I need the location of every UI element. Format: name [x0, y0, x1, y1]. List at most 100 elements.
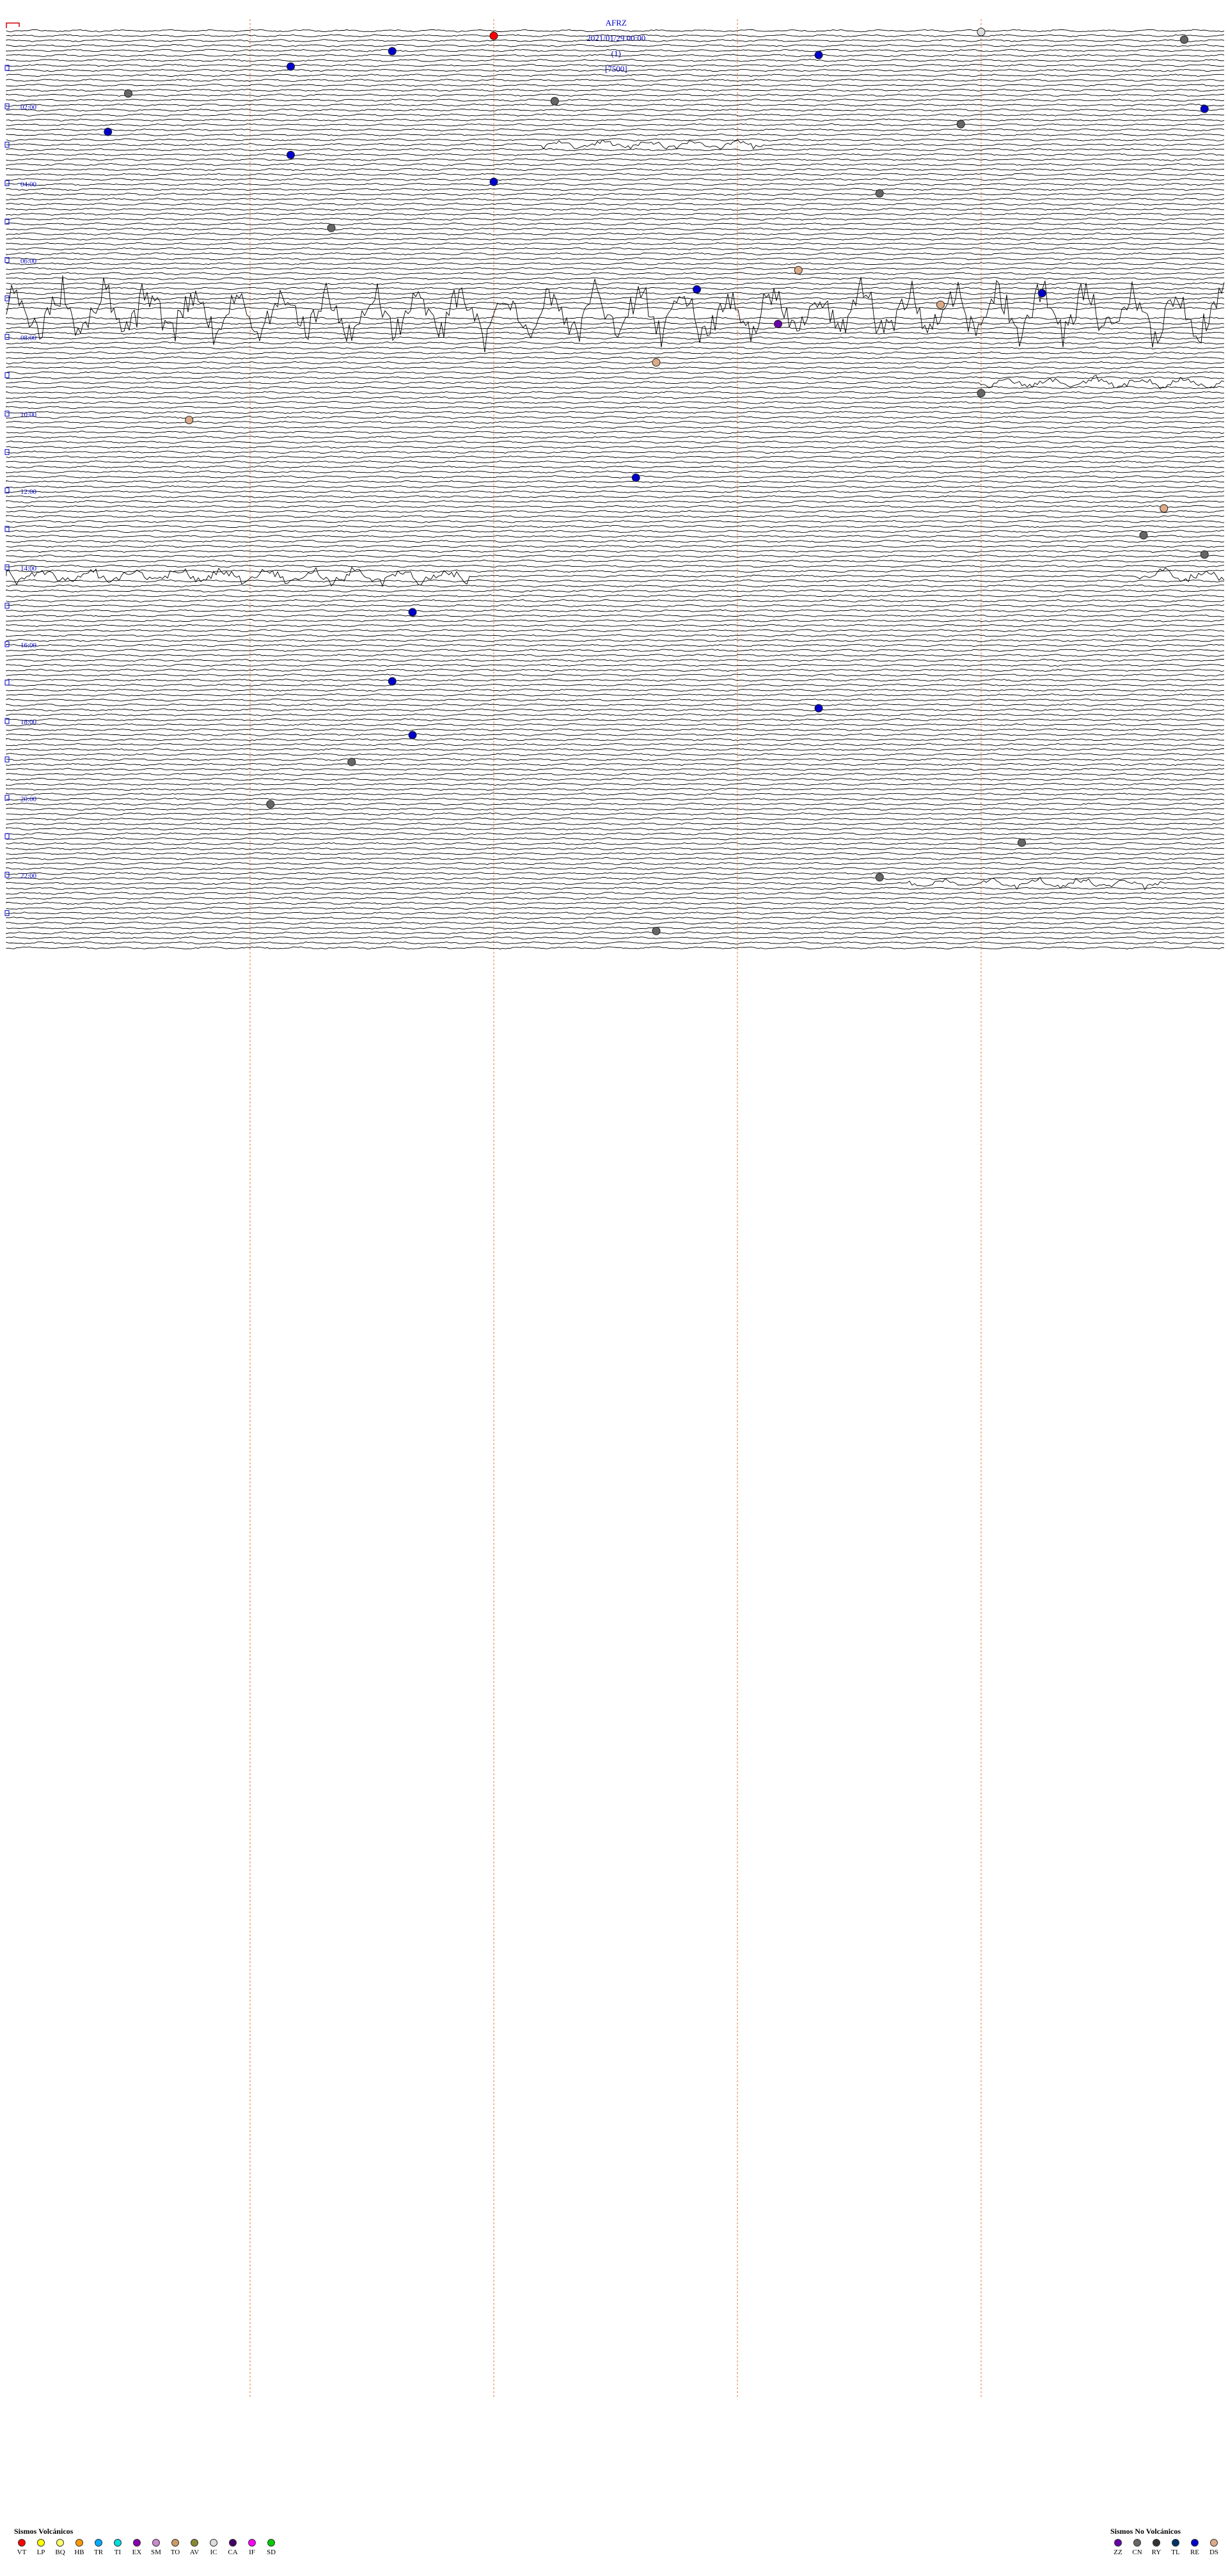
seismic-trace [6, 396, 1225, 399]
event-marker-re [388, 677, 397, 686]
seismic-trace [6, 857, 1225, 860]
legend-swatch [114, 2539, 122, 2547]
start-marker [6, 22, 20, 28]
seismic-trace [6, 594, 1225, 597]
seismic-trace [6, 262, 1225, 265]
seismic-trace [6, 946, 1225, 950]
legend-swatch [171, 2539, 179, 2547]
event-marker-cn [652, 926, 661, 935]
hour-marker [4, 794, 10, 801]
legend-volcanic-title: Sismos Volcánicos [14, 2527, 74, 2536]
seismic-trace [6, 753, 1225, 756]
seismic-trace [6, 267, 1225, 271]
helicorder-plot: 02:00 04:00 06:00 08:00 10:00 12:00 14:00 16:00… [4, 19, 1225, 2399]
legend-label: DS [1209, 2548, 1219, 2556]
seismic-trace [6, 490, 1225, 494]
legend-item-ry: RY [1149, 2539, 1164, 2556]
seismic-trace [6, 812, 1225, 816]
seismic-trace [6, 460, 1225, 464]
legend-label: HB [74, 2548, 84, 2556]
seismic-trace [6, 787, 1225, 791]
event-marker-re [814, 51, 823, 59]
legend-swatch [248, 2539, 256, 2547]
legend-nonvolcanic-title: Sismos No Volcánicos [1110, 2527, 1181, 2536]
event-marker-re [287, 62, 295, 71]
legend-swatch [75, 2539, 83, 2547]
seismic-trace [6, 544, 1225, 548]
seismic-trace [6, 485, 1224, 489]
seismic-trace [6, 768, 1225, 771]
seismic-trace [6, 212, 1225, 216]
seismic-trace [6, 470, 1225, 474]
legend-item-ca: CA [225, 2539, 240, 2556]
seismic-trace [6, 63, 1225, 67]
seismic-trace [6, 782, 1225, 786]
event-marker-re [631, 473, 640, 482]
seismic-trace [6, 306, 1225, 310]
legend-item-ds: DS [1206, 2539, 1222, 2556]
seismic-trace [6, 817, 1225, 821]
event-marker-zz [774, 319, 782, 328]
seismic-trace [6, 465, 1225, 469]
seismic-trace [6, 182, 1225, 186]
seismic-trace [6, 743, 1225, 747]
seismic-trace [6, 450, 1225, 454]
event-marker-re [408, 608, 417, 617]
seismic-trace [6, 604, 1225, 608]
seismic-trace [6, 411, 1225, 415]
seismic-trace [6, 202, 1225, 206]
seismic-trace [6, 887, 1225, 890]
seismic-trace [6, 237, 1224, 241]
legend-item-lp: LP [33, 2539, 49, 2556]
seismic-trace [6, 941, 1225, 945]
event-marker-cn [124, 89, 132, 98]
legend-item-ti: TI [110, 2539, 125, 2556]
legend-swatch [56, 2539, 64, 2547]
seismic-trace [6, 103, 1225, 107]
seismic-trace [6, 837, 1225, 841]
seismic-trace [6, 936, 1225, 940]
legend-label: AV [189, 2548, 200, 2556]
legend-swatch [1191, 2539, 1199, 2547]
legend-label: CN [1132, 2548, 1142, 2556]
seismic-trace [6, 852, 1225, 855]
seismic-trace [6, 326, 1225, 330]
seismic-trace [6, 168, 1225, 171]
seismic-trace [6, 842, 1225, 846]
event-marker-cn [327, 223, 336, 232]
seismic-trace [6, 519, 1225, 523]
event-marker-re [814, 704, 823, 713]
legend-label: VT [17, 2548, 27, 2556]
legend-swatch [1153, 2539, 1160, 2547]
legend-swatch [1114, 2539, 1122, 2547]
legend-item-tl: TL [1168, 2539, 1183, 2556]
seismic-trace [6, 912, 1225, 915]
event-marker-cn [977, 389, 986, 398]
hour-marker [4, 295, 10, 301]
seismic-trace [6, 832, 1225, 835]
seismic-trace [6, 54, 1225, 58]
seismic-trace [6, 123, 1225, 127]
seismic-trace [6, 158, 1225, 161]
seismic-trace [6, 926, 1224, 930]
seismic-trace [6, 559, 1225, 563]
seismic-trace [6, 431, 1225, 434]
seismic-trace [6, 876, 1225, 880]
seismic-trace [6, 539, 1225, 543]
seismic-trace [6, 599, 1225, 603]
seismic-trace [6, 232, 1225, 236]
seismic-trace [6, 222, 1225, 226]
event-marker-re [388, 47, 397, 56]
event-marker-cn [1018, 838, 1026, 847]
legend-label: IF [249, 2548, 255, 2556]
seismic-trace [6, 187, 1225, 191]
seismic-trace [6, 931, 1225, 935]
seismic-trace [6, 525, 1225, 528]
legend-swatch [1172, 2539, 1179, 2547]
seismic-trace [6, 619, 1225, 622]
seismic-trace [6, 505, 1225, 509]
legend-item-ic: IC [206, 2539, 221, 2556]
legend-item-av: AV [187, 2539, 202, 2556]
hour-marker [4, 372, 10, 379]
seismic-trace [6, 906, 1225, 910]
